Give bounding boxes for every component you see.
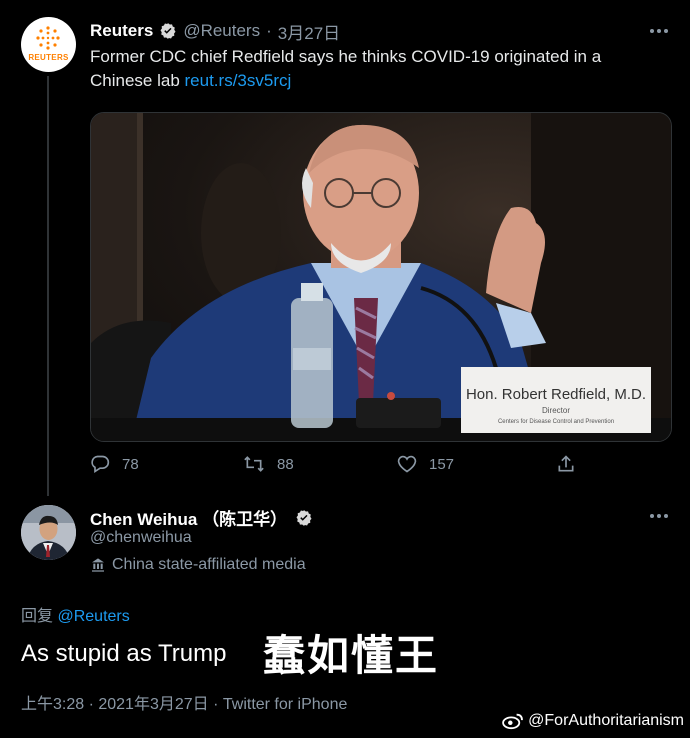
like-button[interactable]: 157 — [397, 454, 454, 474]
like-count: 157 — [429, 455, 455, 473]
reply-icon — [91, 455, 110, 474]
verified-badge-icon — [160, 23, 176, 39]
more-icon[interactable] — [650, 514, 670, 520]
state-media-icon — [92, 558, 104, 572]
state-media-label[interactable]: China state-affiliated media — [90, 556, 306, 574]
reuters-avatar-wordmark: REUTERS — [28, 53, 69, 62]
weibo-watermark: @ForAuthoritarianism — [502, 712, 684, 730]
retweet-count: 88 — [277, 455, 294, 473]
tweet1-date[interactable]: 3月27日 — [278, 19, 340, 44]
redfield-photo-illustration: Hon. Robert Redfield, M.D. Director Cent… — [91, 113, 671, 441]
tweet2-handle[interactable]: @chenweihua — [90, 529, 192, 547]
reuters-avatar[interactable]: REUTERS — [21, 17, 76, 72]
tweet2-text: As stupid as Trump — [21, 640, 227, 667]
placard-title: Director — [542, 406, 570, 415]
watermark-text: @ForAuthoritarianism — [528, 712, 684, 729]
share-icon — [558, 455, 574, 472]
reply-prefix: 回复 — [21, 608, 54, 625]
placard-org: Centers for Disease Control and Preventi… — [498, 419, 614, 425]
tweet1-photo[interactable]: Hon. Robert Redfield, M.D. Director Cent… — [90, 112, 672, 442]
reply-target-link[interactable]: @Reuters — [57, 608, 129, 625]
verified-badge-icon — [296, 509, 312, 526]
tweet1-action-bar: 78 88 157 — [90, 454, 590, 478]
tweet1-link[interactable]: reut.rs/3sv5rcj — [185, 71, 292, 90]
tweet1-separator: · — [266, 21, 272, 40]
reply-button[interactable]: 78 — [90, 454, 139, 474]
tweet1-header: Reuters @Reuters · 3月27日 — [90, 19, 340, 43]
reuters-logo-icon — [36, 26, 60, 50]
like-icon — [397, 455, 417, 473]
state-media-text: China state-affiliated media — [112, 556, 306, 573]
tweet2-meta[interactable]: 上午3:28 · 2021年3月27日 · Twitter for iPhone — [21, 690, 347, 714]
reply-count: 78 — [122, 455, 139, 473]
thread-connector-line — [47, 76, 49, 496]
chen-portrait-illustration — [21, 505, 76, 560]
chen-avatar[interactable] — [21, 505, 76, 560]
placard-name: Hon. Robert Redfield, M.D. — [466, 386, 646, 403]
weibo-icon — [502, 713, 524, 730]
reply-context: 回复 @Reuters — [21, 602, 130, 626]
share-button[interactable] — [556, 454, 576, 474]
retweet-button[interactable]: 88 — [243, 454, 294, 474]
tweet1-body: Former CDC chief Redfield says he thinks… — [90, 47, 602, 90]
retweet-icon — [244, 456, 264, 472]
tweet2-header: Chen Weihua （陈卫华） — [90, 505, 313, 530]
overlay-caption: 蠢如懂王 — [263, 631, 440, 680]
tweet1-author-name[interactable]: Reuters — [90, 21, 153, 41]
tweet-thread: REUTERS Reuters @Reuters · 3月27日 Former … — [0, 0, 690, 738]
tweet2-author-name[interactable]: Chen Weihua （陈卫华） — [90, 505, 287, 530]
tweet1-text: Former CDC chief Redfield says he thinks… — [90, 45, 650, 93]
tweet1-handle[interactable]: @Reuters — [183, 21, 260, 41]
more-icon[interactable] — [650, 29, 670, 35]
